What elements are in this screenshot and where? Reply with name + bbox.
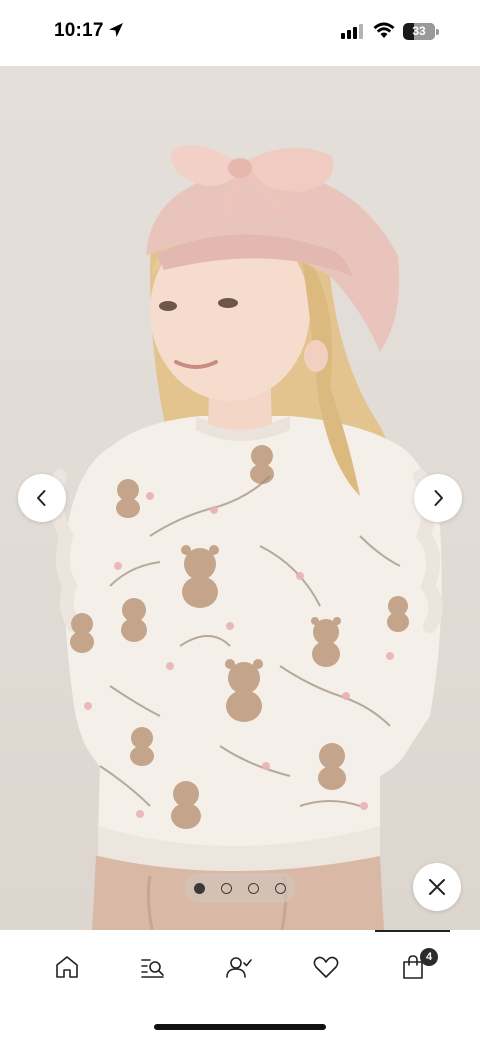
account-icon <box>226 957 252 978</box>
close-icon <box>429 879 445 895</box>
home-icon <box>56 956 78 978</box>
battery-cap <box>436 29 439 35</box>
product-image-gallery[interactable] <box>0 66 480 930</box>
home-indicator[interactable] <box>154 1024 326 1030</box>
search-icon <box>141 959 164 978</box>
previous-image-button[interactable] <box>18 474 66 522</box>
active-tab-indicator <box>375 930 450 932</box>
bag-count-badge: 4 <box>420 948 438 966</box>
battery-level: 33 <box>412 24 426 38</box>
pagination-dot-1[interactable] <box>194 882 205 894</box>
battery-icon: 33 <box>403 23 439 40</box>
next-image-button[interactable] <box>414 474 462 522</box>
chevron-left-icon <box>37 490 46 506</box>
heart-icon <box>313 956 339 978</box>
location-arrow-icon <box>109 23 123 37</box>
clock-time: 10:17 <box>54 20 104 41</box>
image-pagination-dots <box>184 873 296 903</box>
product-photo <box>49 145 443 930</box>
status-bar: 10:17 33 <box>0 0 480 66</box>
tab-search[interactable] <box>138 952 168 982</box>
chevron-right-icon <box>434 490 443 506</box>
tab-account[interactable] <box>224 952 254 982</box>
pagination-dot-4[interactable] <box>275 882 286 894</box>
signal-icon <box>341 24 363 39</box>
close-gallery-button[interactable] <box>413 863 461 911</box>
pagination-dot-2[interactable] <box>221 882 232 894</box>
tab-favorites[interactable] <box>311 952 341 982</box>
pagination-dot-3[interactable] <box>248 882 259 894</box>
wifi-icon <box>373 22 395 38</box>
tab-home[interactable] <box>52 952 82 982</box>
